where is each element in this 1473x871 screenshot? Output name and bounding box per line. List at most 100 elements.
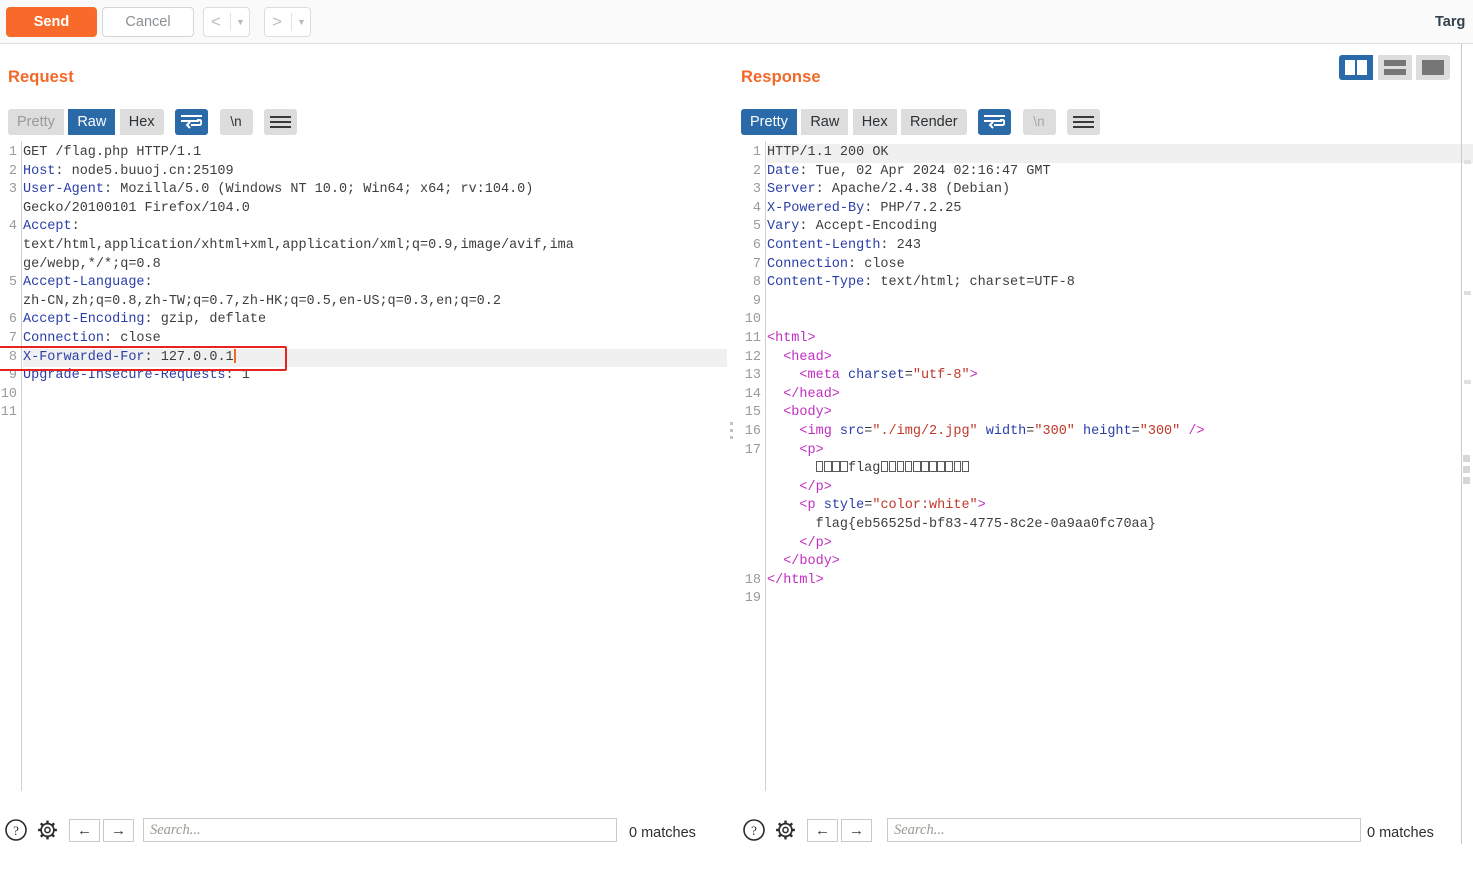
code-line[interactable]: Accept-Encoding: gzip, deflate	[23, 311, 727, 330]
cancel-button[interactable]: Cancel	[102, 7, 194, 37]
code-line[interactable]: <meta charset="utf-8">	[767, 367, 1473, 386]
code-line[interactable]: Connection: close	[23, 330, 727, 349]
code-line[interactable]: Upgrade-Insecure-Requests: 1	[23, 367, 727, 386]
code-line[interactable]: Content-Type: text/html; charset=UTF-8	[767, 274, 1473, 293]
html-attribute: charset	[848, 368, 905, 384]
tab-request-hex[interactable]: Hex	[119, 109, 164, 135]
code-line[interactable]: <html>	[767, 330, 1473, 349]
scrollbar-grip[interactable]	[1463, 455, 1470, 462]
code-line[interactable]: <p>	[767, 442, 1473, 461]
code-line[interactable]: </p>	[767, 479, 1473, 498]
chevron-down-icon[interactable]: ▼	[297, 8, 306, 36]
code-line[interactable]: X-Forwarded-For: 127.0.0.1	[23, 348, 727, 368]
tab-request-pretty[interactable]: Pretty	[8, 109, 64, 135]
missing-glyph-box	[937, 461, 945, 473]
code-line[interactable]: Accept:	[23, 218, 727, 237]
previous-request-button[interactable]: < ▼	[203, 7, 250, 37]
chevron-down-icon[interactable]: ▼	[236, 8, 245, 36]
code-line[interactable]: <img src="./img/2.jpg" width="300" heigh…	[767, 423, 1473, 442]
code-line[interactable]	[767, 311, 1473, 330]
tab-response-raw[interactable]: Raw	[801, 109, 849, 135]
html-tag: <body>	[783, 405, 832, 421]
header-name: Connection	[23, 331, 105, 346]
line-number: 9	[752, 293, 761, 309]
tab-response-hex[interactable]: Hex	[852, 109, 897, 135]
request-code-area[interactable]: GET /flag.php HTTP/1.1 Host: node5.buuoj.…	[23, 141, 727, 791]
header-name: Upgrade-Insecure-Requests	[23, 368, 226, 384]
layout-stacked-button[interactable]	[1377, 55, 1412, 80]
code-line[interactable]: GET /flag.php HTTP/1.1	[23, 144, 727, 163]
code-line[interactable]: </body>	[767, 553, 1473, 572]
code-line[interactable]: text/html,application/xhtml+xml,applicat…	[23, 237, 727, 256]
header-name: Accept	[23, 219, 72, 235]
code-line[interactable]: Date: Tue, 02 Apr 2024 02:16:47 GMT	[767, 163, 1473, 182]
request-search-input[interactable]: Search...	[143, 818, 617, 842]
next-request-button[interactable]: > ▼	[264, 7, 311, 37]
code-line[interactable]: ge/webp,*/*;q=0.8	[23, 256, 727, 275]
help-circle-icon[interactable]: ?	[741, 817, 767, 841]
search-next-button[interactable]: →	[103, 819, 134, 842]
html-tag: <html>	[767, 331, 816, 346]
help-circle-icon[interactable]: ?	[3, 817, 29, 841]
code-line[interactable]: flag	[767, 460, 1473, 479]
code-line[interactable]: X-Powered-By: PHP/7.2.25	[767, 200, 1473, 219]
response-word-wrap-icon[interactable]	[978, 109, 1012, 135]
code-line[interactable]: <p style="color:white">	[767, 497, 1473, 516]
tab-response-render[interactable]: Render	[901, 109, 967, 135]
code-line[interactable]	[23, 404, 727, 423]
search-prev-button[interactable]: ←	[807, 819, 838, 842]
layout-side-by-side-button[interactable]	[1339, 55, 1374, 80]
code-line[interactable]: flag{eb56525d-bf83-4775-8c2e-0a9aa0fc70a…	[767, 516, 1473, 535]
request-word-wrap-icon[interactable]	[175, 109, 209, 135]
html-attribute: height	[1083, 424, 1132, 439]
request-editor[interactable]: 1 2 3 4 5 6 7 8 9 10 11 GET /flag.php HTTP/1.1 Host…	[0, 141, 727, 791]
code-text: =	[904, 368, 913, 384]
code-line[interactable]: zh-CN,zh;q=0.8,zh-TW;q=0.7,zh-HK;q=0.5,e…	[23, 293, 727, 312]
code-line[interactable]: Accept-Language:	[23, 274, 727, 293]
code-text: : node5.buuoj.cn:25109	[55, 163, 234, 179]
html-attribute: style	[823, 498, 865, 514]
search-prev-button[interactable]: ←	[69, 819, 100, 842]
code-line[interactable]: </head>	[767, 386, 1473, 405]
code-line[interactable]: Content-Length: 243	[767, 237, 1473, 256]
code-line[interactable]	[767, 590, 1473, 609]
tab-response-pretty[interactable]: Pretty	[741, 109, 797, 135]
code-line[interactable]	[23, 386, 727, 405]
response-search-input[interactable]: Search...	[887, 818, 1361, 842]
code-text: =	[1131, 424, 1140, 439]
code-line[interactable]: </html>	[767, 572, 1473, 591]
missing-glyph-box	[888, 461, 897, 473]
send-button[interactable]: Send	[6, 7, 97, 37]
code-line[interactable]: <head>	[767, 349, 1473, 368]
search-next-button[interactable]: →	[841, 819, 872, 842]
gear-icon[interactable]	[772, 817, 799, 841]
scrollbar-grip[interactable]	[1463, 477, 1470, 484]
code-line[interactable]: </p>	[767, 535, 1473, 554]
layout-single-pane-button[interactable]	[1416, 55, 1450, 80]
code-text: : gzip, deflate	[144, 312, 267, 328]
response-newline-button[interactable]: \n	[1022, 109, 1056, 135]
code-line[interactable]: Gecko/20100101 Firefox/104.0	[23, 200, 727, 219]
response-editor[interactable]: 1 2 3 4 5 6 7 8 9 10 11 12 13 14 15 16 17 18 19 HTTP/1.1 2…	[736, 141, 1473, 791]
response-scrollbar-track[interactable]	[1461, 44, 1462, 844]
scrollbar-grip[interactable]	[1463, 466, 1470, 473]
hamburger-menu-icon	[1072, 116, 1094, 128]
response-menu-button[interactable]	[1066, 109, 1100, 135]
code-text: : Apache/2.4.38 (Debian)	[815, 182, 1011, 198]
code-line[interactable]: Connection: close	[767, 256, 1473, 275]
gear-icon[interactable]	[34, 817, 61, 841]
request-menu-button[interactable]	[263, 109, 297, 135]
code-line[interactable]: Host: node5.buuoj.cn:25109	[23, 163, 727, 182]
code-line[interactable]: User-Agent: Mozilla/5.0 (Windows NT 10.0…	[23, 181, 727, 200]
code-line[interactable]: <body>	[767, 404, 1473, 423]
code-line[interactable]: Server: Apache/2.4.38 (Debian)	[767, 181, 1473, 200]
code-line[interactable]: Vary: Accept-Encoding	[767, 218, 1473, 237]
tab-request-raw[interactable]: Raw	[68, 109, 116, 135]
code-line[interactable]	[767, 293, 1473, 312]
code-line[interactable]: HTTP/1.1 200 OK	[767, 144, 1473, 163]
response-code-area[interactable]: HTTP/1.1 200 OK Date: Tue, 02 Apr 2024 02…	[767, 141, 1473, 791]
pane-splitter[interactable]	[727, 44, 736, 871]
splitter-grip[interactable]	[730, 422, 733, 443]
request-newline-button[interactable]: \n	[219, 109, 253, 135]
